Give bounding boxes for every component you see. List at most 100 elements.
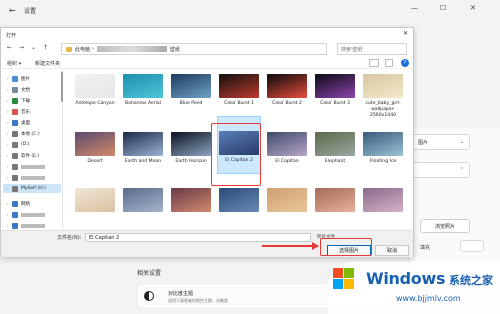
sidebar-item[interactable]: › 软件 (E:) <box>7 151 39 160</box>
file-thumbnail[interactable]: Earth and Moon <box>121 132 165 165</box>
file-thumbnail[interactable] <box>265 188 309 215</box>
thumbnail-image <box>171 188 211 212</box>
file-name-label: Color Burst 1 <box>224 101 254 106</box>
sidebar-item[interactable]: › 网络 <box>7 199 30 208</box>
file-thumbnail[interactable] <box>121 188 165 215</box>
sidebar-scrollbar[interactable] <box>61 72 63 102</box>
nav-recent-dropdown-icon[interactable]: ⌄ <box>31 44 36 51</box>
file-name-label: Elephant <box>324 159 346 164</box>
file-thumbnail[interactable]: Color Burst 1 <box>217 74 261 107</box>
sidebar-item[interactable]: › 文档 <box>7 85 30 94</box>
fit-select[interactable] <box>460 240 484 252</box>
preview-pane-icon[interactable] <box>385 59 393 67</box>
file-thumbnail[interactable] <box>169 188 213 215</box>
annotation-arrow <box>262 245 318 247</box>
folder-icon <box>12 222 18 229</box>
nav-forward-icon[interactable]: → <box>19 44 24 51</box>
open-file-dialog: 打开 ✕ ← → ⌄ ↑ 此电脑 › 壁纸 搜索'壁纸' 组织 ▾ 新建文件夹 … <box>0 27 414 257</box>
sidebar-item[interactable]: › <box>7 210 45 219</box>
thumbnail-image <box>123 74 163 98</box>
background-type-value: 图片 <box>418 139 429 146</box>
address-bar[interactable]: 此电脑 › 壁纸 <box>61 43 327 55</box>
new-folder-button[interactable]: 新建文件夹 <box>35 60 60 67</box>
blurred-label <box>21 212 45 217</box>
background-type-select[interactable]: 图片 ⌄ <box>412 134 470 150</box>
sidebar-item-label: 桌面 <box>21 120 30 126</box>
windows-logo-icon <box>333 268 355 290</box>
sidebar-item[interactable]: › <box>7 173 45 182</box>
file-thumbnail[interactable]: Desert <box>73 132 117 165</box>
chevron-up-icon: ⌃ <box>459 167 464 173</box>
cancel-button[interactable]: 取消 <box>375 245 409 256</box>
file-thumbnail[interactable]: cute_baby_girl-wallpaper-2560x1440 <box>361 74 405 119</box>
thumbnail-image <box>171 74 211 98</box>
blurred-label <box>21 175 45 180</box>
file-thumbnail[interactable]: Floating Ice <box>361 132 405 165</box>
thumbnail-image <box>267 132 307 156</box>
sidebar-item[interactable]: › <box>7 221 45 230</box>
sidebar-item[interactable]: › (D:) <box>7 140 30 149</box>
file-thumbnail[interactable]: Antelope Canyon <box>73 74 117 107</box>
dialog-toolbar: 组织 ▾ 新建文件夹 ? <box>1 58 413 69</box>
file-thumbnail[interactable]: Elephant <box>313 132 357 165</box>
thumbnail-image <box>219 188 259 212</box>
file-thumbnail[interactable]: Color Burst 2 <box>265 74 309 107</box>
folder-icon <box>12 97 18 104</box>
file-name-label: Blue Pond <box>179 101 203 106</box>
file-name-label: Desert <box>87 159 103 164</box>
file-thumbnail[interactable]: Blue Pond <box>169 74 213 107</box>
watermark-brand: Windows <box>366 269 446 288</box>
chevron-down-icon: ⌄ <box>459 139 464 145</box>
nav-back-icon[interactable]: ← <box>7 44 12 51</box>
folder-icon <box>12 86 18 93</box>
search-input[interactable]: 搜索'壁纸' <box>337 43 407 55</box>
sidebar-item[interactable]: › MySelf (H:) <box>3 184 61 193</box>
file-thumbnail[interactable]: Bahamas Aerial <box>121 74 165 107</box>
breadcrumb-wallpaper[interactable]: 壁纸 <box>170 46 180 53</box>
navigation-pane: › 图片 › 文档 › 下载 › 音乐 › 桌面 › 本地 (C:) › (D:) › 软件 (E:) › › › M… <box>1 70 63 230</box>
thumbnail-image <box>123 132 163 156</box>
breadcrumb-blurred <box>97 46 168 52</box>
blurred-label <box>21 223 45 228</box>
organize-menu[interactable]: 组织 ▾ <box>7 60 21 67</box>
file-name-label: Earth Horizon <box>175 159 207 164</box>
sidebar-item-label: 图片 <box>21 76 30 82</box>
sidebar-item-label: 本地 (C:) <box>21 131 40 137</box>
file-thumbnail[interactable]: Color Burst 3 <box>313 74 357 107</box>
sidebar-item-label: 软件 (E:) <box>21 153 40 159</box>
view-options-icon[interactable] <box>369 59 379 67</box>
folder-icon <box>66 46 72 52</box>
related-settings-heading: 相关设置 <box>137 270 162 277</box>
maximize-button[interactable]: ☐ <box>440 4 446 12</box>
file-thumbnail[interactable]: Earth Horizon <box>169 132 213 165</box>
filename-input[interactable]: El Capitan 2 <box>85 233 311 242</box>
file-name-label: Bahamas Aerial <box>125 101 161 106</box>
breadcrumb-separator: › <box>92 46 95 52</box>
browse-photos-button[interactable]: 浏览照片 <box>420 219 470 233</box>
file-thumbnail[interactable] <box>313 188 357 215</box>
file-thumbnail[interactable] <box>73 188 117 215</box>
nav-up-icon[interactable]: ↑ <box>43 44 48 51</box>
help-icon[interactable]: ? <box>401 59 409 67</box>
sidebar-item[interactable]: › <box>7 162 45 171</box>
file-name-label: El Capitan <box>275 159 299 164</box>
back-arrow-icon[interactable]: ← <box>9 6 16 15</box>
file-thumbnail[interactable] <box>361 188 405 215</box>
sidebar-item[interactable]: › 下载 <box>7 96 30 105</box>
file-thumbnail[interactable] <box>217 188 261 215</box>
sidebar-item[interactable]: › 图片 <box>7 74 30 83</box>
file-name-label: Color Burst 3 <box>320 101 350 106</box>
sidebar-item[interactable]: › 音乐 <box>7 107 30 116</box>
dialog-close-button[interactable]: ✕ <box>403 30 408 37</box>
minimize-button[interactable]: — <box>411 4 418 12</box>
sidebar-item-label: 音乐 <box>21 109 30 115</box>
file-thumbnail[interactable]: El Capitan <box>265 132 309 165</box>
sidebar-item[interactable]: › 桌面 <box>7 118 30 127</box>
folder-icon <box>12 141 18 148</box>
close-button[interactable]: ✕ <box>470 4 476 12</box>
contrast-icon <box>144 291 154 301</box>
breadcrumb-this-pc[interactable]: 此电脑 <box>75 46 90 53</box>
sidebar-item[interactable]: › 本地 (C:) <box>7 129 40 138</box>
watermark-url: www.bjjmlv.com <box>396 294 461 303</box>
thumbnail-image <box>363 188 403 212</box>
